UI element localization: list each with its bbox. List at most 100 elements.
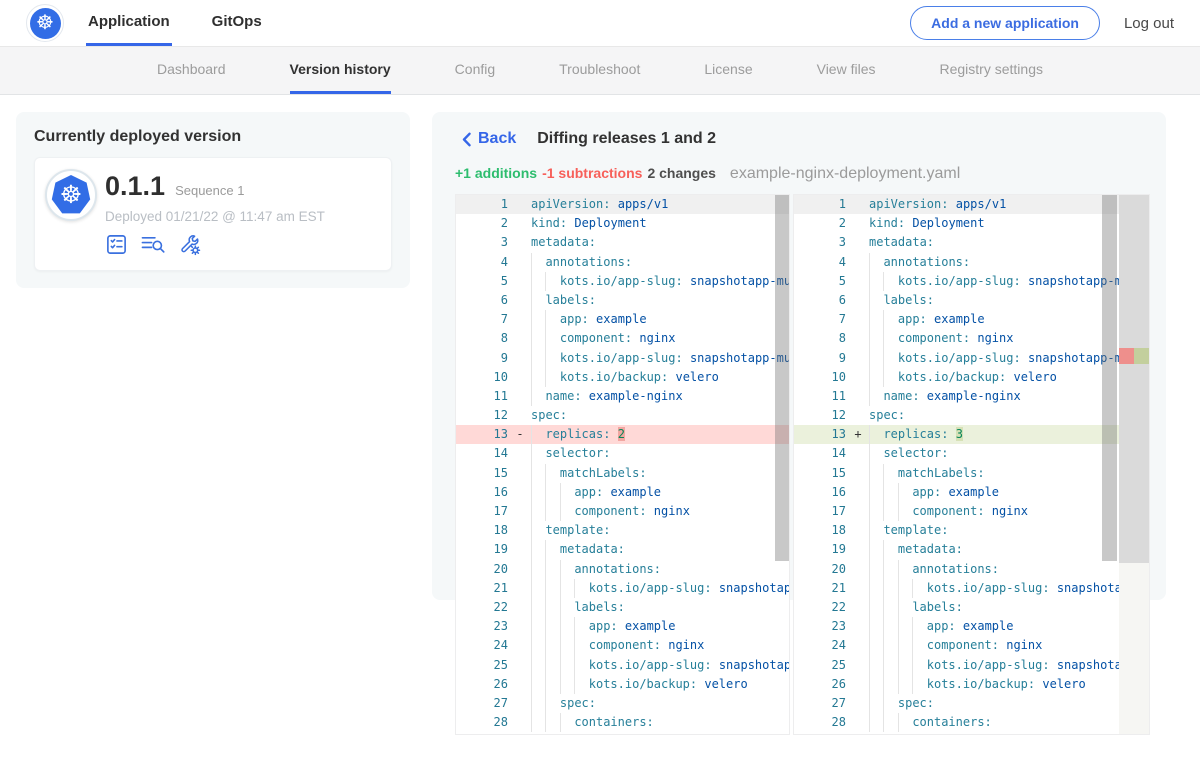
code-line: 23app: example — [794, 617, 1149, 636]
code-line: 15matchLabels: — [456, 464, 789, 483]
kubernetes-helm-icon: ☸ — [30, 8, 61, 39]
kubernetes-logo: ☸ — [26, 4, 64, 42]
code-line: 12spec: — [794, 406, 1149, 425]
code-line: 28containers: — [456, 713, 789, 732]
code-line: 27spec: — [794, 694, 1149, 713]
code-line: 5kots.io/app-slug: snapshotapp-mu — [456, 272, 789, 291]
code-line: 25kots.io/app-slug: snapshotap — [456, 656, 789, 675]
code-line: 10kots.io/backup: velero — [794, 368, 1149, 387]
code-line: 19metadata: — [794, 540, 1149, 559]
code-line: 24component: nginx — [794, 636, 1149, 655]
code-line: 4annotations: — [794, 253, 1149, 272]
config-wrench-gear-icon[interactable] — [178, 233, 202, 256]
code-line: 3metadata: — [456, 233, 789, 252]
logout-link[interactable]: Log out — [1124, 15, 1174, 32]
code-line: 20annotations: — [794, 560, 1149, 579]
release-notes-search-icon[interactable] — [140, 233, 166, 256]
code-line: 26kots.io/backup: velero — [794, 675, 1149, 694]
app-sub-nav: Dashboard Version history Config Trouble… — [0, 47, 1200, 95]
diff-title: Diffing releases 1 and 2 — [537, 130, 716, 148]
deployed-version-row: ☸ 0.1.1 Sequence 1 Deployed 01/21/22 @ 1… — [34, 157, 392, 271]
code-line: 27spec: — [456, 694, 789, 713]
tab-application[interactable]: Application — [86, 0, 172, 46]
scrollbar-thumb[interactable] — [1102, 195, 1117, 561]
page-content: Currently deployed version ☸ 0.1.1 Seque… — [0, 95, 1200, 600]
code-line: 25kots.io/app-slug: snapshotap — [794, 656, 1149, 675]
app-avatar: ☸ — [45, 169, 97, 221]
code-line: 12spec: — [456, 406, 789, 425]
code-line: 22labels: — [456, 598, 789, 617]
code-line: 14selector: — [456, 444, 789, 463]
code-line: 6labels: — [456, 291, 789, 310]
subnav-tab-registry-settings[interactable]: Registry settings — [940, 47, 1043, 94]
code-line: 9kots.io/app-slug: snapshotapp-mu — [794, 349, 1149, 368]
kubernetes-heptagon-icon: ☸ — [51, 175, 91, 215]
diff-panel: Back Diffing releases 1 and 2 +1 additio… — [432, 112, 1166, 600]
diff-editors: 1apiVersion: apps/v12kind: Deployment3me… — [455, 194, 1150, 735]
removed-diff-marker — [1119, 348, 1134, 364]
code-line: 18template: — [456, 521, 789, 540]
diff-pane-original[interactable]: 1apiVersion: apps/v12kind: Deployment3me… — [455, 194, 790, 735]
code-line: 13+replicas: 3 — [794, 425, 1149, 444]
subnav-tab-version-history[interactable]: Version history — [290, 47, 391, 94]
code-line: 9kots.io/app-slug: snapshotapp-mu — [456, 349, 789, 368]
version-action-icons — [105, 233, 325, 256]
code-line: 13-replicas: 2 — [456, 425, 789, 444]
code-line: 17component: nginx — [456, 502, 789, 521]
code-line: 2kind: Deployment — [456, 214, 789, 233]
code-line: 2kind: Deployment — [794, 214, 1149, 233]
changes-count: 2 changes — [647, 165, 715, 181]
currently-deployed-card: Currently deployed version ☸ 0.1.1 Seque… — [16, 112, 410, 288]
code-line: 18template: — [794, 521, 1149, 540]
code-line: 11name: example-nginx — [794, 387, 1149, 406]
code-line: 7app: example — [456, 310, 789, 329]
scrollbar-thumb[interactable] — [775, 195, 789, 561]
chevron-left-icon — [462, 132, 471, 147]
subnav-tab-license[interactable]: License — [704, 47, 752, 94]
code-line: 15matchLabels: — [794, 464, 1149, 483]
deployed-card-title: Currently deployed version — [34, 128, 392, 146]
top-nav-actions: Add a new application Log out — [910, 6, 1174, 40]
code-line: 4annotations: — [456, 253, 789, 272]
code-line: 5kots.io/app-slug: snapshotapp-mu — [794, 272, 1149, 291]
diff-pane-modified[interactable]: 1apiVersion: apps/v12kind: Deployment3me… — [793, 194, 1150, 735]
code-line: 16app: example — [456, 483, 789, 502]
add-application-button[interactable]: Add a new application — [910, 6, 1100, 40]
code-line: 26kots.io/backup: velero — [456, 675, 789, 694]
code-line: 21kots.io/app-slug: snapshotap — [456, 579, 789, 598]
back-button[interactable]: Back — [462, 130, 516, 148]
tab-gitops[interactable]: GitOps — [210, 0, 264, 46]
code-line: 24component: nginx — [456, 636, 789, 655]
code-line: 19metadata: — [456, 540, 789, 559]
subnav-tab-config[interactable]: Config — [455, 47, 495, 94]
code-line: 23app: example — [456, 617, 789, 636]
code-line: 17component: nginx — [794, 502, 1149, 521]
code-line: 14selector: — [794, 444, 1149, 463]
code-line: 21kots.io/app-slug: snapshotap — [794, 579, 1149, 598]
code-line: 8component: nginx — [794, 329, 1149, 348]
code-line: 1apiVersion: apps/v1 — [794, 195, 1149, 214]
diff-filename: example-nginx-deployment.yaml — [730, 165, 960, 183]
subnav-tab-troubleshoot[interactable]: Troubleshoot — [559, 47, 640, 94]
diff-overview-ruler — [1119, 195, 1149, 734]
additions-count: +1 additions — [455, 165, 537, 181]
code-line: 22labels: — [794, 598, 1149, 617]
preflight-checklist-icon[interactable] — [105, 233, 128, 256]
sequence-label: Sequence 1 — [175, 183, 244, 198]
code-line: 8component: nginx — [456, 329, 789, 348]
subnav-tab-dashboard[interactable]: Dashboard — [157, 47, 226, 94]
code-line: 11name: example-nginx — [456, 387, 789, 406]
code-line: 16app: example — [794, 483, 1149, 502]
code-line: 7app: example — [794, 310, 1149, 329]
code-line: 6labels: — [794, 291, 1149, 310]
version-number: 0.1.1 — [105, 171, 165, 202]
deployed-timestamp: Deployed 01/21/22 @ 11:47 am EST — [105, 209, 325, 224]
subtractions-count: -1 subtractions — [542, 165, 642, 181]
added-diff-marker — [1134, 348, 1149, 364]
code-line: 28containers: — [794, 713, 1149, 732]
subnav-tab-view-files[interactable]: View files — [817, 47, 876, 94]
code-line: 1apiVersion: apps/v1 — [456, 195, 789, 214]
code-line: 3metadata: — [794, 233, 1149, 252]
diff-stats: +1 additions -1 subtractions 2 changes e… — [455, 165, 960, 183]
top-nav: ☸ Application GitOps Add a new applicati… — [0, 0, 1200, 47]
